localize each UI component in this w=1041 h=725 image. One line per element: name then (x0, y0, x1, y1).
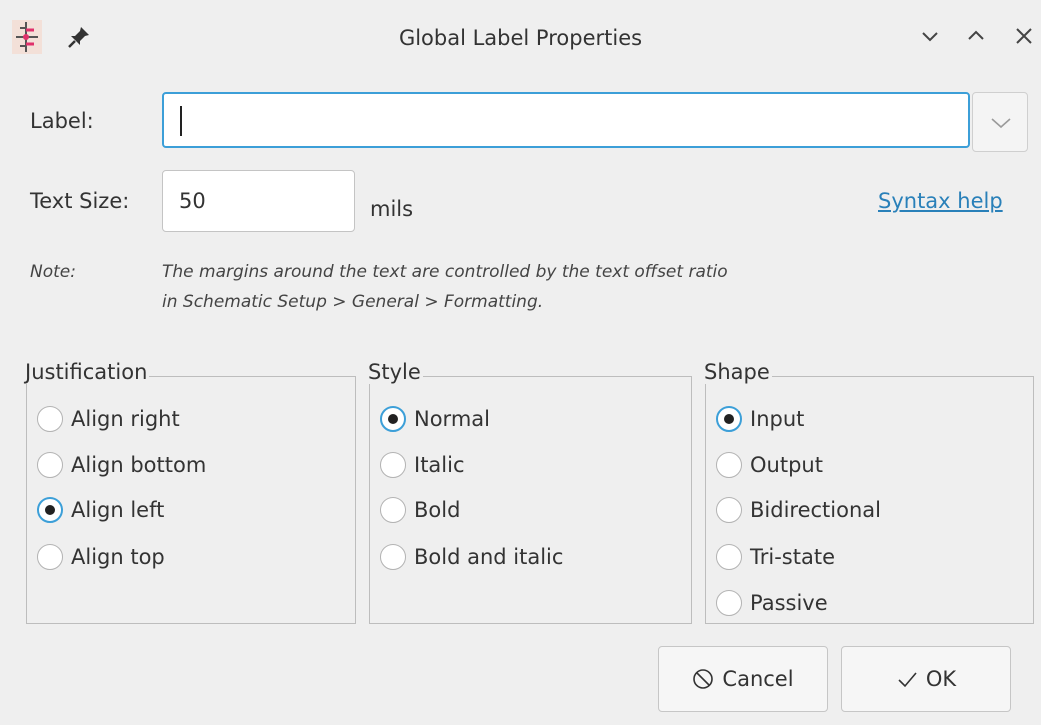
radio-italic[interactable]: Italic (380, 447, 465, 483)
radio-label: Align bottom (71, 453, 207, 477)
radio-circle[interactable] (716, 590, 742, 616)
radio-circle[interactable] (37, 406, 63, 432)
text-size-caption: Text Size: (30, 189, 130, 213)
label-input[interactable] (162, 92, 970, 148)
radio-label: Tri-state (750, 545, 835, 569)
radio-label: Output (750, 453, 823, 477)
radio-normal[interactable]: Normal (380, 401, 490, 437)
syntax-help-link[interactable]: Syntax help (878, 189, 1003, 213)
shape-group: Shape Input Output Bidirectional Tri-sta… (704, 360, 1034, 624)
radio-circle-checked[interactable] (716, 406, 742, 432)
ok-button[interactable]: OK (841, 646, 1011, 712)
radio-label: Align top (71, 545, 165, 569)
radio-label: Bidirectional (750, 498, 881, 522)
radio-circle[interactable] (380, 544, 406, 570)
radio-bidirectional[interactable]: Bidirectional (716, 492, 881, 528)
radio-align-right[interactable]: Align right (37, 401, 180, 437)
radio-output[interactable]: Output (716, 447, 823, 483)
text-size-unit: mils (370, 197, 414, 221)
radio-circle[interactable] (716, 544, 742, 570)
chevron-down-icon (991, 118, 1011, 129)
chevron-up-icon[interactable] (962, 22, 990, 50)
cancel-button[interactable]: Cancel (658, 646, 828, 712)
title-bar: Global Label Properties (0, 0, 1041, 80)
radio-circle[interactable] (716, 497, 742, 523)
note-caption: Note: (30, 262, 76, 282)
text-caret (180, 106, 182, 136)
style-group: Style Normal Italic Bold Bold and italic (368, 360, 692, 624)
radio-label: Align left (71, 498, 165, 522)
cancel-icon (693, 669, 714, 689)
radio-circle[interactable] (37, 544, 63, 570)
shape-title: Shape (704, 360, 772, 384)
radio-circle-checked[interactable] (380, 406, 406, 432)
justification-title: Justification (25, 360, 150, 384)
justification-group: Justification Align right Align bottom A… (25, 360, 356, 624)
radio-tri-state[interactable]: Tri-state (716, 539, 835, 575)
ok-label: OK (925, 667, 957, 691)
radio-align-top[interactable]: Align top (37, 539, 165, 575)
radio-label: Passive (750, 591, 828, 615)
label-dropdown-button[interactable] (972, 92, 1028, 152)
radio-circle[interactable] (37, 452, 63, 478)
radio-label: Bold and italic (414, 545, 564, 569)
radio-passive[interactable]: Passive (716, 585, 828, 621)
radio-align-left[interactable]: Align left (37, 492, 164, 528)
checkmark-icon (898, 672, 917, 688)
radio-label: Bold (414, 498, 461, 522)
radio-label: Normal (414, 407, 490, 431)
radio-circle[interactable] (380, 452, 406, 478)
radio-align-bottom[interactable]: Align bottom (37, 447, 206, 483)
radio-bold-italic[interactable]: Bold and italic (380, 539, 563, 575)
cancel-label: Cancel (722, 667, 794, 691)
style-title: Style (368, 360, 423, 384)
chevron-down-icon[interactable] (916, 22, 944, 50)
radio-circle[interactable] (380, 497, 406, 523)
radio-circle-checked[interactable] (37, 497, 63, 523)
note-line-1: The margins around the text are controll… (162, 262, 728, 282)
radio-label: Italic (414, 453, 465, 477)
radio-input[interactable]: Input (716, 401, 804, 437)
note-line-2: in Schematic Setup > General > Formattin… (162, 292, 544, 312)
text-size-input[interactable]: 50 (162, 170, 355, 232)
close-icon[interactable] (1010, 22, 1038, 50)
radio-label: Align right (71, 407, 180, 431)
radio-bold[interactable]: Bold (380, 492, 460, 528)
window-title: Global Label Properties (398, 26, 643, 50)
label-caption: Label: (30, 109, 94, 133)
radio-circle[interactable] (716, 452, 742, 478)
label-combobox[interactable] (162, 92, 1028, 152)
radio-label: Input (750, 407, 805, 431)
